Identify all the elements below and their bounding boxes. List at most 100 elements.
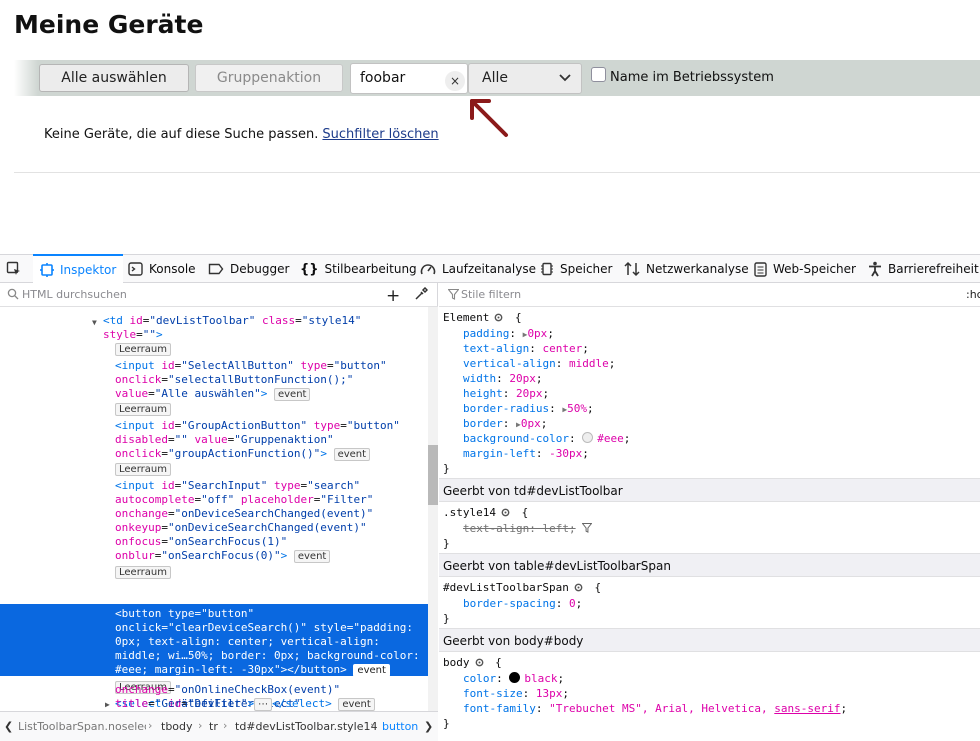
tab-style-editor[interactable]: {} Stilbearbeitung: [300, 255, 417, 283]
markup-attr-line: onkeyup="onDeviceSearchChanged(event)": [115, 521, 367, 534]
gauge-icon: [420, 264, 436, 275]
markup-attr-line: onfocus="onSearchFocus(1)": [115, 535, 288, 548]
os-name-checkbox[interactable]: [591, 67, 606, 82]
rule-close: }: [443, 717, 450, 730]
device-filter-select[interactable]: Alle: [468, 63, 582, 94]
tab-performance[interactable]: Laufzeitanalyse: [420, 255, 536, 283]
breadcrumb-item[interactable]: tr: [209, 720, 218, 733]
color-swatch[interactable]: [509, 672, 521, 683]
breadcrumb-item[interactable]: tbody: [161, 720, 193, 733]
search-icon: [7, 288, 19, 300]
rule-declaration[interactable]: border-radius: ▶50%;: [463, 402, 594, 415]
whitespace-badge: Leerraum: [115, 565, 171, 579]
clear-filter-link[interactable]: Suchfilter löschen: [322, 127, 438, 142]
tab-storage[interactable]: Web-Speicher: [754, 255, 856, 283]
network-arrows-icon: [624, 261, 640, 277]
markup-attr-line: onclick="selectallButtonFunction();": [115, 373, 354, 386]
breadcrumb-item[interactable]: td#devListToolbar.style14: [235, 720, 377, 733]
rule-declaration-overridden[interactable]: text-align: left;: [463, 522, 593, 535]
tab-label: Laufzeitanalyse: [442, 262, 536, 276]
tab-memory[interactable]: Speicher: [540, 255, 612, 283]
markup-attr-line: style="">: [103, 328, 163, 341]
rule-declaration[interactable]: border-spacing: 0;: [463, 597, 582, 610]
eyedropper-icon[interactable]: [414, 287, 428, 301]
markup-node-select-all[interactable]: <input id="SelectAllButton" type="button…: [115, 359, 387, 373]
markup-tree: ▼ <td id="devListToolbar" class="style14…: [0, 307, 428, 711]
element-picker-icon[interactable]: [6, 255, 22, 283]
markup-node-search-input[interactable]: <input id="SearchInput" type="search": [115, 479, 360, 493]
tab-label: Stilbearbeitung: [324, 262, 417, 276]
filter-icon[interactable]: [581, 522, 593, 533]
markup-node-group-action[interactable]: <input id="GroupActionButton" type="butt…: [115, 419, 400, 433]
inherited-header: Geerbt von td#devListToolbar: [439, 478, 980, 502]
event-badge[interactable]: event: [333, 448, 371, 461]
markup-attr-line: onclick="groupActionFunction()"> event: [115, 447, 371, 461]
expand-twisty-icon[interactable]: ▶: [105, 698, 110, 711]
body-rule-selector: body {: [443, 656, 502, 669]
markup-attr-line: onchange="onDeviceSearchChanged(event)": [115, 507, 374, 520]
rule-declaration[interactable]: padding: ▶0px;: [463, 327, 554, 340]
rule-declaration[interactable]: text-align: center;: [463, 342, 589, 355]
rule-declaration[interactable]: background-color: #eee;: [463, 432, 630, 445]
tab-debugger[interactable]: Debugger: [208, 255, 289, 283]
breadcrumb-back-icon[interactable]: ❮: [4, 720, 13, 733]
whitespace-badge: Leerraum: [115, 402, 171, 416]
gear-icon[interactable]: [474, 657, 485, 668]
rule-declaration[interactable]: width: 20px;: [463, 372, 543, 385]
whitespace-badge: Leerraum: [115, 342, 171, 356]
rule-declaration[interactable]: font-size: 13px;: [463, 687, 569, 700]
devtools-toolbar: Inspektor Konsole Debugger {} Stilbearbe…: [0, 254, 980, 283]
markup-attr-line: disabled="" value="Gruppenaktion": [115, 433, 334, 446]
rule-declaration[interactable]: color: black;: [463, 672, 564, 685]
rule-declaration[interactable]: height: 20px;: [463, 387, 549, 400]
select-all-button[interactable]: Alle auswählen: [39, 64, 189, 92]
color-swatch[interactable]: [582, 432, 594, 443]
tab-console[interactable]: Konsole: [128, 255, 196, 283]
span-rule-selector: #devListToolbarSpan {: [443, 581, 602, 594]
empty-result-text: Keine Geräte, die auf diese Suche passen…: [44, 127, 319, 142]
markup-node-select[interactable]: <select id="DevFilterSelect": [115, 697, 300, 711]
divider: [14, 172, 980, 173]
tab-accessibility[interactable]: Barrierefreiheit: [868, 255, 979, 283]
markup-attr-line: autocomplete="off" placeholder="Filter": [115, 493, 374, 506]
tab-network[interactable]: Netzwerkanalyse: [624, 255, 749, 283]
gear-icon[interactable]: [500, 507, 511, 518]
console-icon: [128, 262, 143, 276]
filter-icon: [448, 289, 459, 300]
rule-declaration[interactable]: border: ▶0px;: [463, 417, 547, 430]
markup-selected-line: #eee; margin-left: -30px"></button> even…: [115, 663, 390, 677]
event-badge[interactable]: event: [273, 388, 311, 401]
gear-icon[interactable]: [573, 582, 584, 593]
styles-filter-bar[interactable]: Stile filtern :hc: [439, 283, 980, 307]
empty-result-message: Keine Geräte, die auf diese Suche passen…: [44, 127, 439, 142]
html-search-bar[interactable]: HTML durchsuchen +: [0, 283, 438, 307]
breadcrumb-item-current[interactable]: button: [382, 720, 418, 733]
rule-declaration[interactable]: margin-left: -30px;: [463, 447, 589, 460]
tab-label: Konsole: [149, 262, 196, 276]
expand-twisty-icon[interactable]: ▼: [92, 316, 97, 330]
markup-node-td[interactable]: <td id="devListToolbar" class="style14": [103, 314, 361, 328]
markup-scrollbar[interactable]: [428, 307, 438, 711]
event-badge[interactable]: event: [353, 664, 390, 677]
rules-panel: Stile filtern :hc Element { padding: ▶0p…: [439, 283, 980, 741]
breadcrumb-forward-icon[interactable]: ❯: [424, 720, 433, 733]
tab-inspector[interactable]: Inspektor: [33, 254, 124, 283]
pseudo-class-toggle[interactable]: :hc: [966, 288, 980, 301]
markup-attr-line: value="Alle auswählen"> event: [115, 387, 311, 401]
tab-label: Speicher: [560, 262, 613, 276]
breadcrumb-item[interactable]: ListToolbarSpan.noselect: [18, 720, 146, 733]
tab-label: Web-Speicher: [773, 262, 856, 276]
gear-icon[interactable]: [493, 312, 504, 323]
group-action-button[interactable]: Gruppenaktion: [195, 64, 343, 92]
rule-declaration[interactable]: vertical-align: middle;: [463, 357, 615, 370]
memory-chip-icon: [541, 262, 553, 276]
annotation-arrow-icon: [470, 99, 508, 137]
rule-declaration[interactable]: font-family: "Trebuchet MS", Arial, Helv…: [463, 702, 847, 715]
add-node-icon[interactable]: +: [386, 286, 400, 306]
styles-filter-placeholder: Stile filtern: [461, 288, 522, 301]
page-title: Meine Geräte: [14, 10, 204, 39]
clear-search-button[interactable]: ×: [445, 71, 465, 91]
event-badge[interactable]: event: [293, 550, 331, 563]
chevron-down-icon: [559, 74, 571, 82]
device-search-input[interactable]: foobar ×: [350, 63, 468, 94]
